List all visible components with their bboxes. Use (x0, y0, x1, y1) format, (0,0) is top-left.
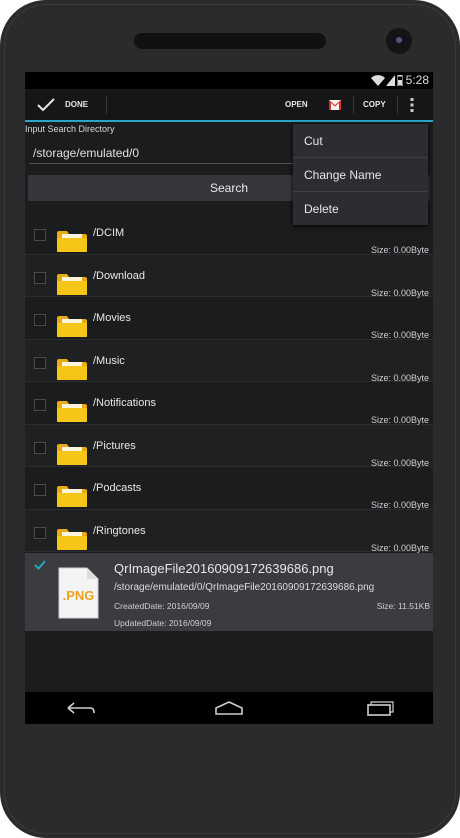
folder-icon (57, 316, 87, 337)
folder-icon (57, 358, 87, 380)
copy-button[interactable]: COPY (363, 89, 386, 120)
folder-icon (57, 231, 87, 252)
folder-icon (57, 486, 87, 507)
folder-list-item[interactable]: /Movies Size: 0.00Byte (25, 297, 433, 340)
folder-size: Size: 0.00Byte (370, 245, 429, 255)
folder-list-item[interactable]: /Download Size: 0.00Byte (25, 254, 433, 298)
folder-size: Size: 0.00Byte (370, 287, 429, 298)
screen: 5:28 DONE OPEN COPY Input Search Directo… (25, 72, 433, 724)
open-label: OPEN (285, 100, 308, 109)
folder-name: /Notifications (93, 397, 156, 409)
checkbox[interactable] (34, 441, 46, 454)
folder-icon (57, 273, 87, 295)
folder-size: Size: 0.00Byte (370, 415, 429, 425)
overflow-menu-button[interactable] (410, 89, 414, 120)
checkbox[interactable] (34, 526, 46, 539)
navigation-bar (25, 692, 433, 724)
folder-size: Size: 0.00Byte (370, 457, 429, 468)
checkbox[interactable] (34, 484, 46, 496)
file-path: /storage/emulated/0/QrImageFile201609091… (114, 582, 375, 593)
folder-icon (57, 528, 87, 550)
open-button[interactable]: OPEN (285, 89, 308, 120)
gmail-button[interactable] (329, 89, 341, 120)
folder-size: Size: 0.00Byte (370, 542, 429, 553)
status-time: 5:28 (405, 73, 429, 87)
folder-icon (57, 443, 87, 465)
folder-list-item[interactable]: /Notifications Size: 0.00Byte (25, 382, 433, 425)
folder-list-item[interactable]: /Pictures Size: 0.00Byte (25, 424, 433, 468)
file-name: QrImageFile20160909172639686.png (114, 561, 334, 576)
folder-name: /DCIM (93, 227, 125, 239)
separator (106, 96, 107, 114)
folder-size: Size: 0.00Byte (370, 372, 429, 383)
search-directory-label: Input Search Directory (25, 124, 115, 134)
wifi-icon (371, 75, 385, 86)
checkbox[interactable] (34, 314, 46, 326)
overflow-popup-menu: Cut Change Name Delete (293, 124, 428, 225)
folder-name: /Podcasts (93, 482, 142, 494)
folder-name: /Pictures (93, 439, 136, 452)
checkbox[interactable] (34, 399, 46, 411)
folder-list-item[interactable]: /Podcasts Size: 0.00Byte (25, 467, 433, 510)
folder-list-item[interactable]: /Ringtones Size: 0.00Byte (25, 509, 433, 553)
done-button[interactable]: DONE (37, 89, 88, 120)
battery-icon (397, 75, 403, 86)
menu-item-change-name[interactable]: Change Name (293, 158, 428, 192)
checkbox[interactable] (34, 271, 46, 284)
phone-frame: 5:28 DONE OPEN COPY Input Search Directo… (0, 0, 460, 838)
folder-size: Size: 0.00Byte (370, 500, 429, 510)
folder-name: /Music (93, 354, 125, 367)
checkbox[interactable] (34, 229, 46, 241)
file-list-item[interactable]: .PNG QrImageFile20160909172639686.png /s… (25, 553, 433, 631)
separator (397, 96, 398, 114)
folder-icon (57, 401, 87, 422)
folder-name: /Movies (93, 312, 131, 324)
action-bar: DONE OPEN COPY (25, 89, 433, 122)
menu-item-cut[interactable]: Cut (293, 124, 428, 158)
speaker-grille (134, 33, 326, 49)
signal-icon (386, 75, 395, 86)
back-icon[interactable] (60, 698, 100, 718)
done-label: DONE (65, 100, 89, 109)
file-size: Size: 11.51KB (376, 601, 430, 611)
folder-size: Size: 0.00Byte (370, 330, 429, 340)
folder-list-item[interactable]: /Music Size: 0.00Byte (25, 339, 433, 383)
checkbox[interactable] (34, 356, 46, 369)
recent-apps-icon[interactable] (358, 698, 398, 718)
folder-list: /DCIM Size: 0.00Byte/Download Size: 0.00By… (25, 212, 433, 553)
png-file-icon: .PNG (58, 567, 99, 619)
menu-item-delete[interactable]: Delete (293, 192, 428, 225)
file-created-date: CreatedDate: 2016/09/09 (114, 601, 210, 611)
checkmark-icon (37, 97, 55, 111)
home-icon[interactable] (209, 698, 249, 718)
separator (353, 96, 354, 114)
front-camera (386, 28, 412, 54)
copy-label: COPY (363, 100, 386, 109)
folder-name: /Ringtones (93, 524, 146, 537)
folder-name: /Download (93, 269, 145, 282)
png-icon-text: .PNG (63, 588, 95, 603)
status-bar: 5:28 (25, 72, 433, 89)
checkbox-checked-icon[interactable] (34, 559, 46, 571)
gmail-icon (329, 99, 341, 110)
file-updated-date: UpdatedDate: 2016/09/09 (114, 618, 212, 628)
more-vert-icon (410, 97, 414, 112)
